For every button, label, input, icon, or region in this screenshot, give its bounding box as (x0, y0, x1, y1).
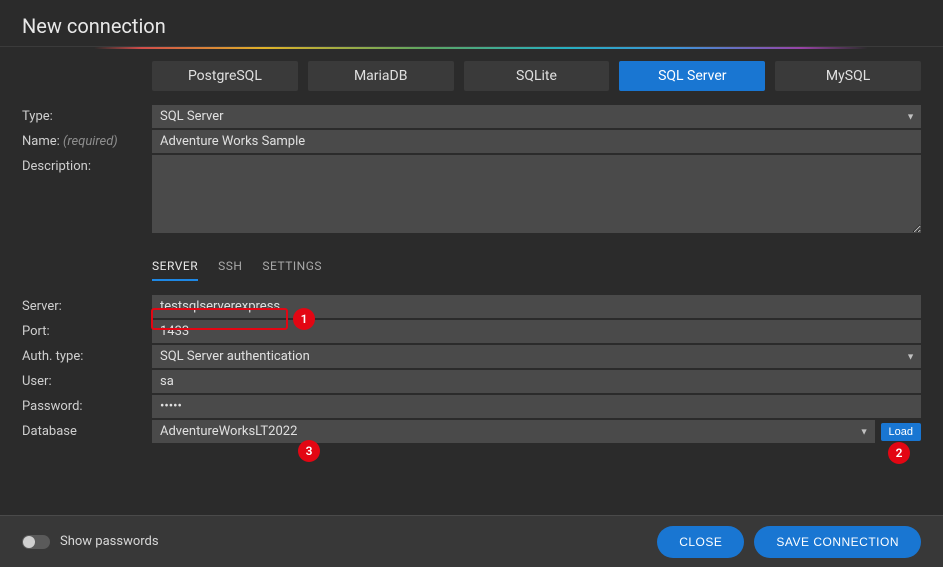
name-label: Name: (required) (22, 130, 152, 149)
tab-ssh[interactable]: SSH (218, 259, 242, 281)
dialog-content: PostgreSQL MariaDB SQLite SQL Server MyS… (0, 61, 943, 443)
server-label: Server: (22, 295, 152, 314)
server-input[interactable] (152, 295, 921, 318)
tab-server[interactable]: SERVER (152, 259, 198, 281)
annotation-2: 2 (888, 442, 910, 464)
user-label: User: (22, 370, 152, 389)
port-input[interactable] (152, 320, 921, 343)
close-button[interactable]: CLOSE (657, 526, 744, 558)
auth-type-label: Auth. type: (22, 345, 152, 364)
dialog-header: New connection (0, 0, 943, 47)
dialog-footer: Show passwords CLOSE SAVE CONNECTION (0, 515, 943, 567)
dbtype-picker: PostgreSQL MariaDB SQLite SQL Server MyS… (152, 61, 921, 91)
type-select[interactable]: SQL Server (152, 105, 921, 128)
show-passwords-toggle[interactable] (22, 535, 50, 549)
dialog-title: New connection (22, 14, 921, 38)
auth-type-select[interactable]: SQL Server authentication (152, 345, 921, 368)
dbtype-postgresql[interactable]: PostgreSQL (152, 61, 298, 91)
tab-settings[interactable]: SETTINGS (262, 259, 322, 281)
password-input[interactable] (152, 395, 921, 418)
dbtype-sqlite[interactable]: SQLite (464, 61, 610, 91)
show-passwords-label: Show passwords (60, 534, 159, 549)
port-label: Port: (22, 320, 152, 339)
annotation-3: 3 (298, 440, 320, 462)
dbtype-mariadb[interactable]: MariaDB (308, 61, 454, 91)
dbtype-mysql[interactable]: MySQL (775, 61, 921, 91)
dbtype-sqlserver[interactable]: SQL Server (619, 61, 765, 91)
name-input[interactable] (152, 130, 921, 153)
rainbow-divider (0, 47, 943, 49)
description-input[interactable] (152, 155, 921, 233)
database-select[interactable]: AdventureWorksLT2022 (152, 420, 875, 443)
type-label: Type: (22, 105, 152, 124)
save-connection-button[interactable]: SAVE CONNECTION (754, 526, 921, 558)
user-input[interactable] (152, 370, 921, 393)
description-label: Description: (22, 155, 152, 174)
load-button[interactable]: Load (881, 423, 921, 441)
password-label: Password: (22, 395, 152, 414)
database-label: Database (22, 420, 152, 439)
tab-bar: SERVER SSH SETTINGS (152, 259, 921, 281)
